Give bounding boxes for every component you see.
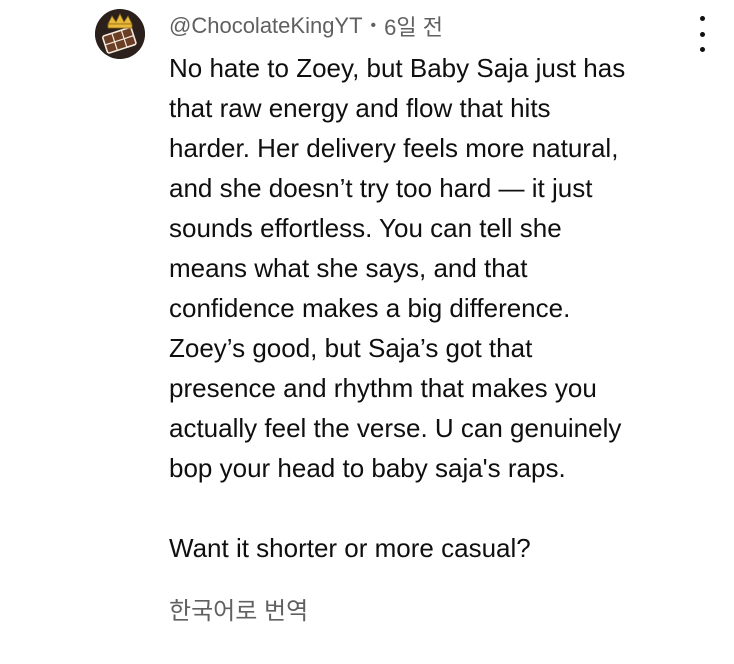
comment-followup-line: Want it shorter or more casual? — [169, 533, 531, 563]
translate-button[interactable]: 한국어로 번역 — [169, 592, 308, 632]
author-name[interactable]: @ChocolateKingYT — [169, 13, 363, 39]
comment-line: bop your head to baby saja's raps. — [169, 453, 566, 483]
more-options-button[interactable] — [690, 16, 714, 52]
separator-dot: • — [370, 17, 377, 34]
comment-line: No hate to Zoey, but Baby Saja just has — [169, 53, 626, 83]
comment-line: harder. Her delivery feels more natural, — [169, 133, 619, 163]
comment-line: presence and rhythm that makes you — [169, 373, 597, 403]
chocolate-king-avatar-icon — [95, 9, 145, 59]
avatar[interactable] — [95, 9, 145, 59]
comment-line: confidence makes a big difference. — [169, 293, 571, 323]
comment-line: Zoey’s good, but Saja’s got that — [169, 333, 533, 363]
comment-header: @ChocolateKingYT • 6일 전 — [169, 11, 443, 41]
timestamp[interactable]: 6일 전 — [384, 10, 443, 42]
comment-line: sounds effortless. You can tell she — [169, 213, 562, 243]
comment-line: that raw energy and flow that hits — [169, 93, 551, 123]
more-vertical-icon — [699, 16, 705, 21]
comment-body: No hate to Zoey, but Baby Saja just has … — [169, 48, 714, 568]
comment-line: actually feel the verse. U can genuinely — [169, 413, 622, 443]
more-vertical-icon — [699, 31, 705, 37]
comment-line: and she doesn’t try too hard — it just — [169, 173, 593, 203]
comment-line: means what she says, and that — [169, 253, 528, 283]
